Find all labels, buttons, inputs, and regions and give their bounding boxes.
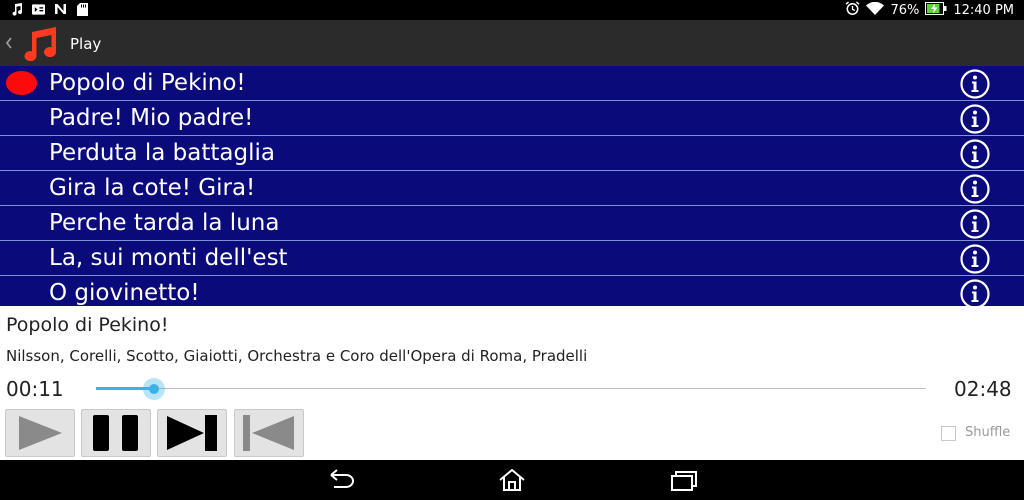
skip-previous-icon — [243, 415, 294, 451]
track-row[interactable]: Padre! Mio padre! — [0, 101, 1024, 136]
track-title: Padre! Mio padre! — [49, 105, 254, 131]
info-icon[interactable] — [959, 103, 991, 135]
now-playing-artist: Nilsson, Corelli, Scotto, Giaiotti, Orch… — [6, 347, 588, 365]
seek-track — [96, 388, 926, 389]
shuffle-label[interactable]: Shuffle — [965, 425, 1010, 440]
track-row[interactable]: Perduta la battaglia — [0, 136, 1024, 171]
nav-back-button[interactable] — [326, 468, 356, 492]
skip-next-icon — [167, 415, 217, 451]
next-button[interactable] — [157, 409, 227, 457]
music-note-icon — [10, 2, 23, 16]
battery-percent: 76% — [890, 3, 920, 18]
track-title: Perche tarda la luna — [49, 210, 280, 236]
n-icon — [54, 2, 67, 16]
now-playing-title: Popolo di Pekino! — [6, 314, 169, 336]
wifi-icon — [866, 1, 885, 20]
nav-recents-button[interactable] — [668, 468, 698, 492]
play-icon — [19, 416, 62, 450]
play-button[interactable] — [5, 409, 75, 457]
player-panel: Popolo di Pekino! Nilsson, Corelli, Scot… — [0, 306, 1024, 460]
now-playing-indicator — [6, 71, 37, 95]
info-icon[interactable] — [959, 68, 991, 100]
track-list[interactable]: Popolo di Pekino! Padre! Mio padre! Perd… — [0, 66, 1024, 306]
recent-apps-icon — [671, 471, 697, 491]
track-title: La, sui monti dell'est — [49, 245, 288, 271]
shuffle-checkbox[interactable] — [941, 426, 956, 441]
total-time: 02:48 — [954, 377, 1012, 401]
track-title: O giovinetto! — [49, 280, 200, 306]
clock: 12:40 PM — [953, 3, 1014, 18]
info-icon[interactable] — [959, 208, 991, 240]
home-icon — [499, 468, 525, 491]
media-player-icon — [32, 2, 45, 16]
current-time: 00:11 — [6, 377, 64, 401]
status-bar: 76% 12:40 PM — [0, 0, 1024, 20]
track-row[interactable]: La, sui monti dell'est — [0, 241, 1024, 276]
seek-bar[interactable] — [96, 377, 926, 401]
info-icon[interactable] — [959, 243, 991, 275]
sd-card-icon — [76, 2, 89, 16]
info-icon[interactable] — [959, 138, 991, 170]
seek-thumb[interactable] — [143, 378, 166, 400]
battery-charging-icon — [925, 2, 947, 19]
pause-button[interactable] — [81, 409, 151, 457]
track-row[interactable]: Gira la cote! Gira! — [0, 171, 1024, 206]
back-chevron-icon[interactable] — [3, 33, 13, 53]
track-row[interactable]: Perche tarda la luna — [0, 206, 1024, 241]
app-music-note-icon[interactable] — [20, 26, 58, 62]
pause-icon — [93, 415, 138, 451]
track-title: Popolo di Pekino! — [49, 70, 246, 96]
nav-home-button[interactable] — [497, 468, 527, 492]
alarm-icon — [845, 1, 860, 20]
action-bar: Play — [0, 20, 1024, 66]
page-title: Play — [70, 35, 102, 53]
track-row[interactable]: Popolo di Pekino! — [0, 66, 1024, 101]
track-row[interactable]: O giovinetto! — [0, 276, 1024, 306]
info-icon[interactable] — [959, 278, 991, 306]
info-icon[interactable] — [959, 173, 991, 205]
navigation-bar — [0, 460, 1024, 500]
track-title: Perduta la battaglia — [49, 140, 275, 166]
track-title: Gira la cote! Gira! — [49, 175, 256, 201]
back-arrow-icon — [330, 469, 354, 488]
previous-button[interactable] — [234, 409, 304, 457]
